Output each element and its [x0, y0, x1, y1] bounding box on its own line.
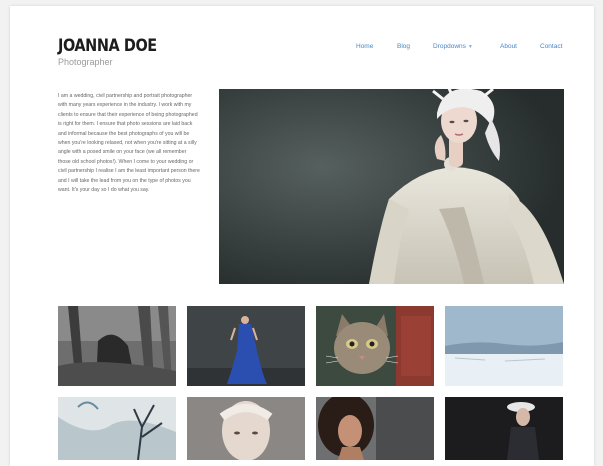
gallery-item[interactable]	[58, 306, 176, 386]
blue-tree-photo	[58, 397, 176, 460]
blue-dress-photo	[187, 306, 305, 386]
hero-image[interactable]	[219, 89, 564, 284]
nav-about-link[interactable]: About	[500, 43, 517, 50]
gallery-item[interactable]	[187, 306, 305, 386]
gallery-item[interactable]	[316, 306, 434, 386]
nav-dropdowns-label: Dropdowns	[433, 43, 466, 50]
curly-hair-photo	[316, 397, 434, 460]
nav-dropdowns-link[interactable]: Dropdowns ▼	[433, 43, 473, 50]
winter-landscape-photo	[445, 306, 563, 386]
gallery-item[interactable]	[445, 397, 563, 460]
chevron-down-icon: ▼	[467, 44, 473, 50]
wrapped-face-photo	[187, 397, 305, 460]
gallery-item[interactable]	[316, 397, 434, 460]
nav-blog-link[interactable]: Blog	[397, 43, 410, 50]
forest-couple-photo	[58, 306, 176, 386]
gallery-item[interactable]	[445, 306, 563, 386]
main-nav: Home Blog Dropdowns ▼ About Contact	[0, 43, 603, 55]
hat-portrait-photo	[445, 397, 563, 460]
site-tagline: Photographer	[58, 57, 113, 67]
nav-contact-link[interactable]: Contact	[540, 43, 562, 50]
bio-text: I am a wedding, civil partnership and po…	[58, 93, 200, 194]
gallery-item[interactable]	[58, 397, 176, 460]
nav-home-link[interactable]: Home	[356, 43, 373, 50]
gallery-item[interactable]	[187, 397, 305, 460]
kitten-photo	[316, 306, 434, 386]
photo-icon	[219, 89, 564, 284]
